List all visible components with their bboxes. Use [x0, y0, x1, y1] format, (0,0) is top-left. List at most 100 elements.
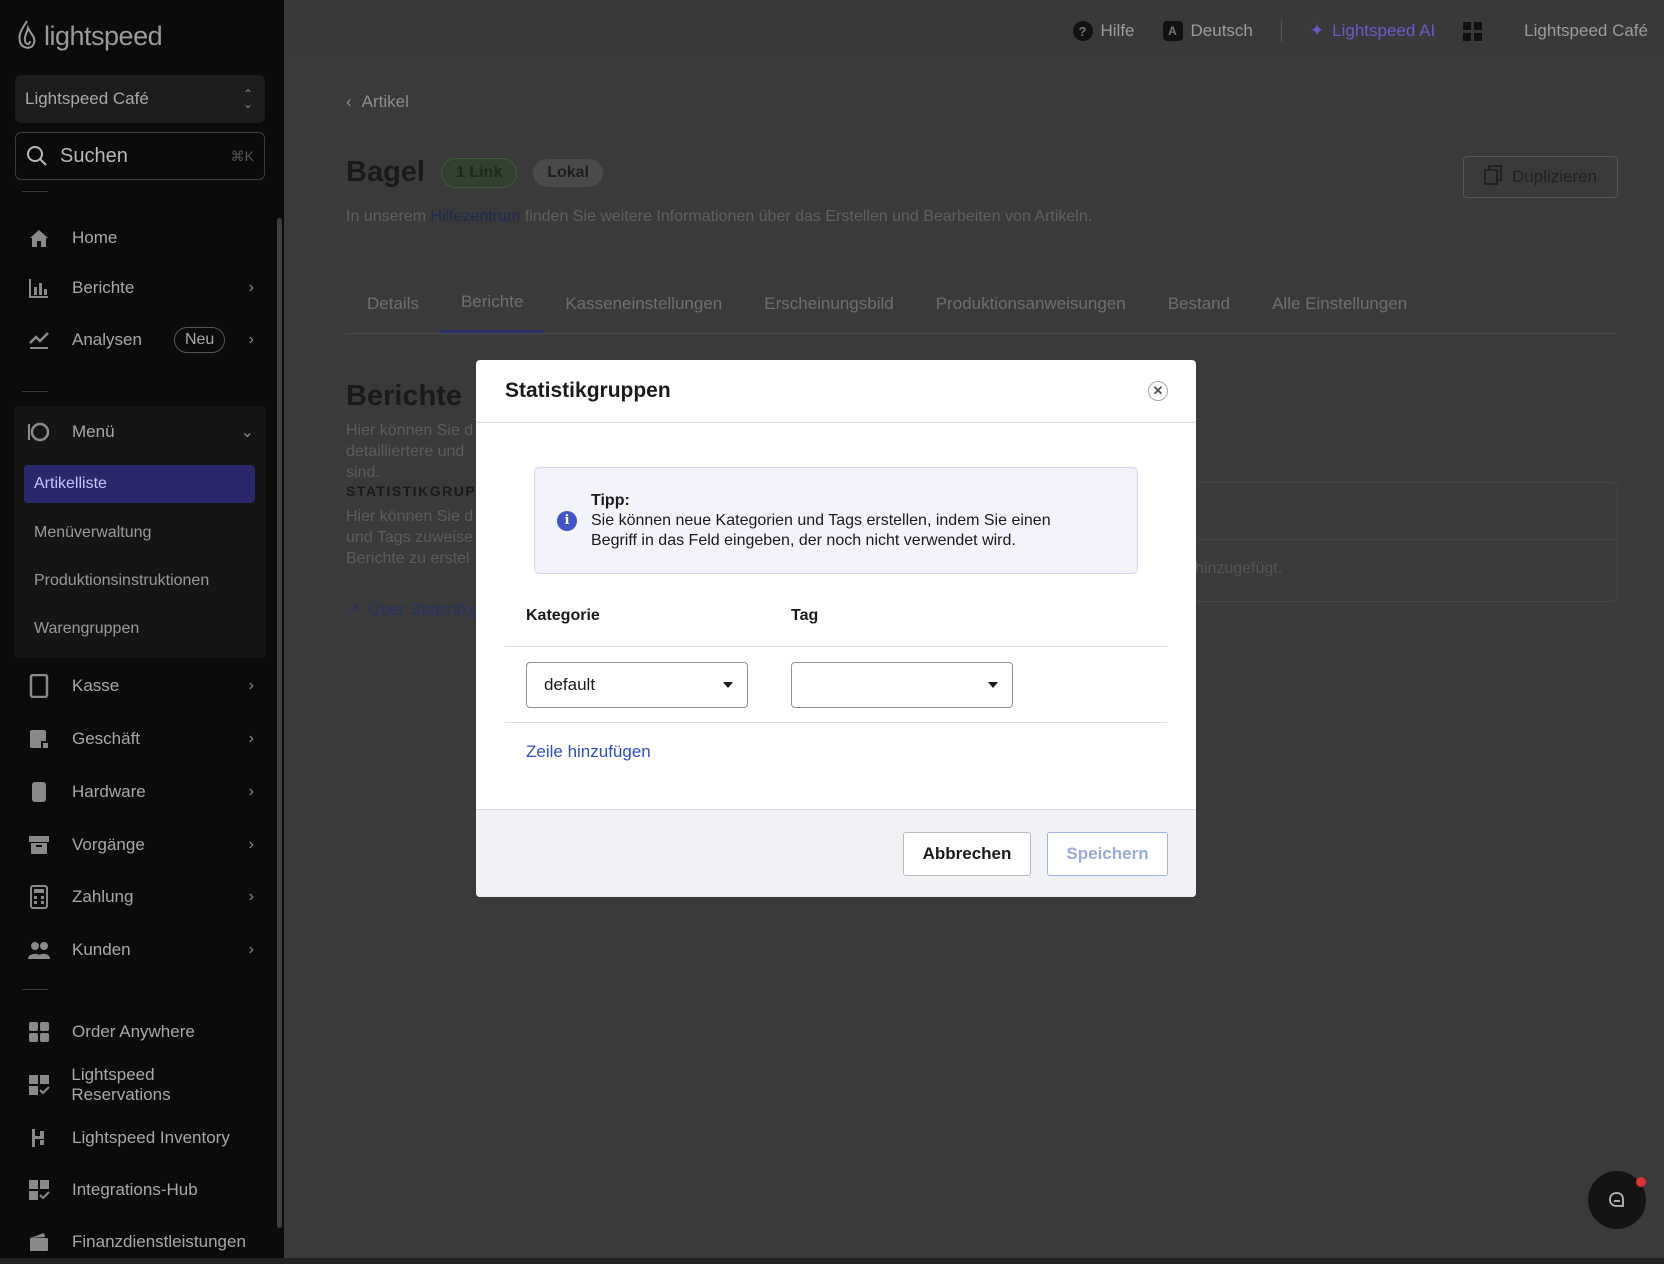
sidebar-item-order-anywhere[interactable]: Order Anywhere: [14, 1010, 266, 1054]
tab-bar: Details Berichte Kasseneinstellungen Ers…: [346, 274, 1618, 334]
tab-kasseneinstellungen[interactable]: Kasseneinstellungen: [544, 274, 743, 333]
sidebar-item-label: Menü: [72, 422, 115, 441]
sparkle-icon: ✦: [1309, 21, 1325, 40]
search-icon: [27, 146, 47, 166]
statistikgruppen-modal: Statistikgruppen ✕ i Tipp: Sie können ne…: [476, 360, 1196, 897]
chevron-right-icon: ›: [248, 941, 254, 958]
cancel-button[interactable]: Abbrechen: [903, 832, 1031, 876]
external-link-icon: ↗: [346, 600, 361, 619]
save-button[interactable]: Speichern: [1047, 832, 1168, 876]
divider: [505, 722, 1167, 723]
category-value: default: [544, 675, 596, 694]
tab-alle-einstellungen[interactable]: Alle Einstellungen: [1251, 274, 1428, 333]
tab-berichte[interactable]: Berichte: [439, 274, 545, 333]
sidebar-item-label: Hardware: [72, 782, 146, 801]
tip-box: i Tipp: Sie können neue Kategorien und T…: [534, 467, 1138, 574]
tip-line: Begriff in das Feld eingeben, der noch n…: [591, 531, 1016, 549]
duplicate-label: Duplizieren: [1511, 167, 1597, 186]
sidebar-item-inventory[interactable]: Lightspeed Inventory: [14, 1116, 266, 1160]
section-text-line: und Tags zuweise: [346, 529, 473, 546]
sidebar-search[interactable]: Suchen ⌘K: [15, 132, 265, 180]
store-icon: [26, 726, 52, 752]
sidebar-subitem-warengruppen[interactable]: Warengruppen: [24, 610, 255, 648]
sidebar-item-berichte[interactable]: Berichte ›: [14, 266, 266, 310]
modal-footer: Abbrechen Speichern: [476, 809, 1196, 897]
column-header-kategorie: Kategorie: [526, 607, 600, 624]
store-selector[interactable]: Lightspeed Café ⌃ ⌄: [15, 75, 265, 123]
section-caption: STATISTIKGRUPPEN: [346, 483, 476, 499]
statistikgruppen-link[interactable]: ↗ Über Statistikgruppen: [346, 600, 476, 620]
account-menu[interactable]: Lightspeed Café: [1524, 21, 1648, 41]
sidebar-item-label: Finanzdienstleistungen: [72, 1232, 246, 1251]
sidebar-item-kunden[interactable]: Kunden ›: [14, 928, 266, 972]
sidebar-item-integrations-hub[interactable]: Integrations-Hub: [14, 1168, 266, 1212]
sidebar-item-hardware[interactable]: Hardware ›: [14, 770, 266, 814]
updown-chevron-icon: ⌃ ⌄: [242, 87, 253, 111]
sidebar-item-home[interactable]: Home: [14, 216, 266, 260]
bar-chart-icon: [26, 275, 52, 301]
sidebar-item-analysen[interactable]: Analysen Neu ›: [14, 318, 266, 362]
help-label: Hilfe: [1100, 21, 1135, 40]
section-text-line: Berichte zu erstel: [346, 550, 470, 567]
sidebar-scrollbar[interactable]: [277, 218, 282, 1228]
apps-grid-icon: [1463, 21, 1483, 41]
card-empty-text: hinzugefügt.: [1195, 539, 1617, 578]
apps-button[interactable]: [1463, 21, 1483, 41]
close-button[interactable]: ✕: [1148, 381, 1168, 401]
duplicate-button[interactable]: Duplizieren: [1462, 156, 1618, 198]
chevron-down-icon: ⌄: [240, 424, 254, 441]
sidebar-item-vorgaenge[interactable]: Vorgänge ›: [14, 823, 266, 867]
category-select[interactable]: default: [526, 662, 748, 708]
tab-produktionsanweisungen[interactable]: Produktionsanweisungen: [915, 274, 1147, 333]
back-link[interactable]: ‹ Artikel: [346, 92, 409, 112]
section-text-line: Hier können Sie d: [346, 508, 474, 525]
tab-details[interactable]: Details: [346, 274, 440, 333]
modal-header: Statistikgruppen ✕: [476, 360, 1196, 423]
sidebar-item-label: Vorgänge: [72, 835, 145, 854]
sidebar-item-label: Kasse: [72, 676, 120, 695]
language-button[interactable]: A Deutsch: [1162, 21, 1253, 41]
tab-erscheinungsbild[interactable]: Erscheinungsbild: [743, 274, 914, 333]
chevron-right-icon: ›: [248, 279, 254, 296]
caret-down-icon: [723, 682, 733, 688]
help-center-link[interactable]: Hilfezentrum: [430, 208, 520, 225]
caret-down-icon: [988, 682, 998, 688]
help-icon: ?: [1072, 21, 1093, 41]
sidebar-subitem-artikelliste[interactable]: Artikelliste: [24, 465, 255, 503]
sidebar-item-menu[interactable]: Menü ⌄: [14, 410, 266, 454]
page-header: Bagel 1 Link Lokal: [346, 156, 604, 189]
ai-label: Lightspeed AI: [1332, 21, 1436, 40]
trend-icon: [26, 327, 52, 353]
order-icon: [26, 1019, 52, 1045]
sidebar-item-reservations[interactable]: Lightspeed Reservations: [14, 1063, 266, 1107]
divider: [22, 391, 48, 392]
subitem-label: Produktionsinstruktionen: [34, 572, 210, 589]
local-badge: Lokal: [533, 158, 604, 187]
sidebar-item-label: Home: [72, 228, 118, 247]
page-title: Bagel: [346, 156, 425, 188]
sidebar: lightspeed Lightspeed Café ⌃ ⌄ Suchen ⌘K …: [0, 0, 284, 1258]
sidebar-item-label: Analysen: [72, 330, 142, 349]
lightspeed-ai-button[interactable]: ✦ Lightspeed AI: [1310, 21, 1435, 41]
sidebar-subitem-produktionsinstruktionen[interactable]: Produktionsinstruktionen: [24, 562, 255, 600]
modal-title: Statistikgruppen: [505, 379, 671, 402]
sidebar-item-label: Lightspeed Reservations: [71, 1065, 171, 1104]
help-button[interactable]: ? Hilfe: [1072, 21, 1135, 41]
tag-select[interactable]: [791, 662, 1013, 708]
sidebar-subitem-menuverwaltung[interactable]: Menüverwaltung: [24, 514, 255, 552]
chat-button[interactable]: [1588, 1171, 1646, 1229]
tab-bestand[interactable]: Bestand: [1147, 274, 1251, 333]
help-prefix: In unserem: [346, 208, 431, 225]
sidebar-item-zahlung[interactable]: Zahlung ›: [14, 875, 266, 919]
archive-icon: [26, 832, 52, 858]
sidebar-item-kasse[interactable]: Kasse ›: [14, 664, 266, 708]
hardware-icon: [26, 779, 52, 805]
chevron-right-icon: ›: [248, 730, 254, 747]
sidebar-item-label: Geschäft: [72, 729, 141, 748]
link-badge[interactable]: 1 Link: [440, 157, 518, 188]
section-text-line: sind.: [346, 464, 380, 481]
reservations-icon: [26, 1072, 51, 1098]
lightspeed-logo[interactable]: lightspeed: [16, 16, 163, 56]
sidebar-item-geschaeft[interactable]: Geschäft ›: [14, 717, 266, 761]
add-row-link[interactable]: Zeile hinzufügen: [526, 742, 651, 762]
